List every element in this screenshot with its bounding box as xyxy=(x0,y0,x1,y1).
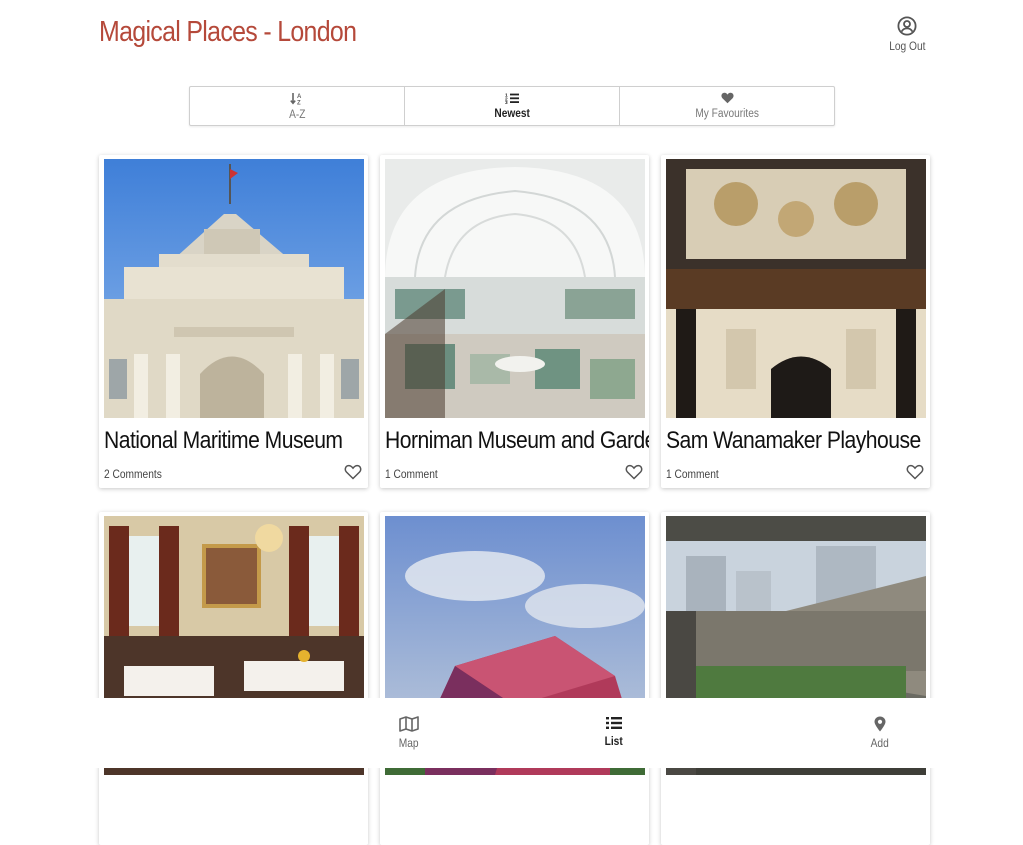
place-name: National Maritime Museum xyxy=(104,427,343,454)
sort-newest-button[interactable]: 1 2 3 Newest xyxy=(405,87,620,125)
nav-map[interactable]: Map xyxy=(379,716,439,750)
list-numbered-icon: 1 2 3 xyxy=(505,93,519,104)
svg-text:A: A xyxy=(297,94,302,100)
nav-add[interactable]: Add xyxy=(850,716,910,750)
nav-add-label: Add xyxy=(870,736,890,750)
user-circle-icon xyxy=(897,16,917,36)
sort-az-button[interactable]: A Z A-Z xyxy=(190,87,405,125)
favourite-heart-icon[interactable] xyxy=(344,463,362,481)
place-card[interactable] xyxy=(99,512,368,845)
place-card[interactable]: National Maritime Museum 2 Comments xyxy=(99,155,368,488)
comment-count: 1 Comment xyxy=(385,467,438,481)
app-title: Magical Places - London xyxy=(99,16,357,48)
bottom-navigation: Map List Add xyxy=(0,698,1023,768)
nav-map-label: Map xyxy=(399,736,419,750)
sort-newest-label: Newest xyxy=(494,108,530,120)
logout-label: Log Out xyxy=(888,39,926,53)
heart-icon xyxy=(720,92,734,104)
sort-az-label: A-Z xyxy=(288,108,306,121)
nav-list-label: List xyxy=(604,734,624,748)
place-photo xyxy=(385,159,645,418)
nav-list[interactable]: List xyxy=(584,716,644,748)
map-icon xyxy=(399,716,419,732)
favourite-heart-icon[interactable] xyxy=(625,463,643,481)
sort-favourites-label: My Favourites xyxy=(695,108,759,120)
sort-toolbar: A Z A-Z 1 2 3 Newest My Favourites xyxy=(189,86,835,126)
list-icon xyxy=(606,717,622,729)
svg-text:3: 3 xyxy=(505,100,508,104)
comment-count: 1 Comment xyxy=(666,467,719,481)
favourite-heart-icon[interactable] xyxy=(906,463,924,481)
comment-count: 2 Comments xyxy=(104,467,162,481)
sort-favourites-button[interactable]: My Favourites xyxy=(620,87,834,125)
place-card[interactable]: Sam Wanamaker Playhouse 1 Comment xyxy=(661,155,930,488)
place-card[interactable] xyxy=(661,512,930,845)
place-name: Horniman Museum and Gardens xyxy=(385,427,649,454)
logout-button[interactable]: Log Out xyxy=(880,16,934,53)
place-photo xyxy=(104,159,364,418)
sort-alpha-icon: A Z xyxy=(290,92,302,105)
place-card[interactable]: Horniman Museum and Gardens 1 Comment xyxy=(380,155,649,488)
place-card[interactable] xyxy=(380,512,649,845)
svg-text:Z: Z xyxy=(297,100,301,105)
place-name: Sam Wanamaker Playhouse xyxy=(666,427,921,454)
map-pin-icon xyxy=(874,716,886,732)
place-photo xyxy=(666,159,926,418)
